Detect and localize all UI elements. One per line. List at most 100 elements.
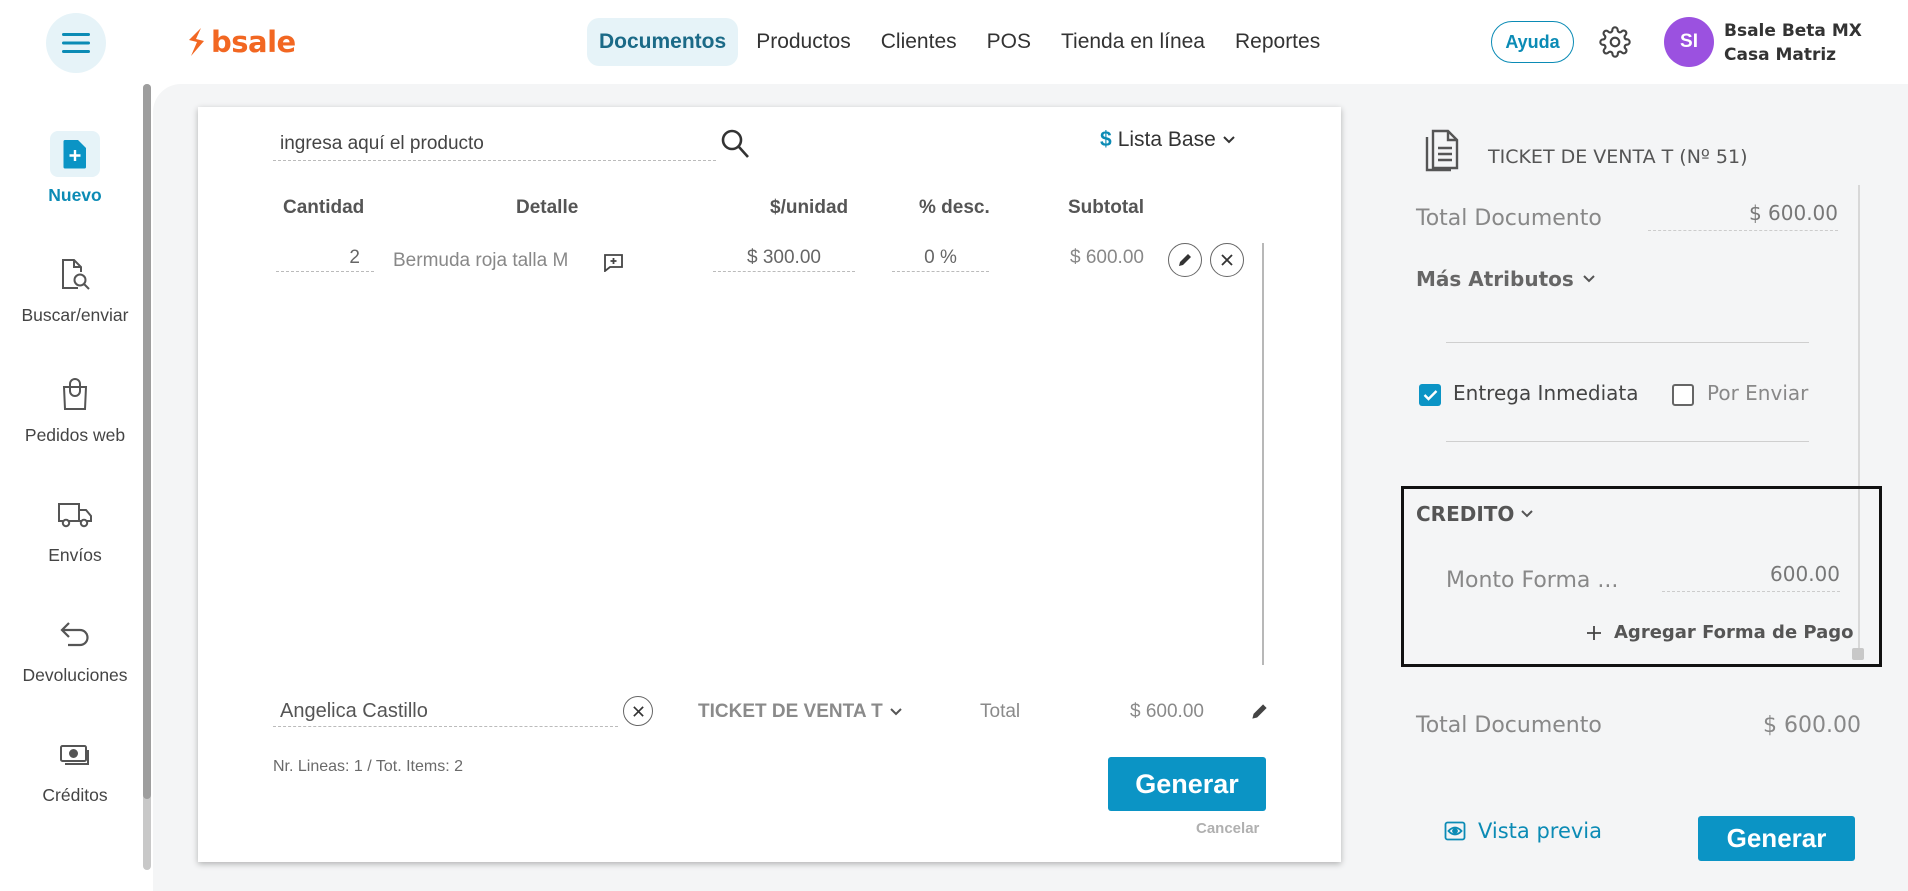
ticket-title: TICKET DE VENTA T (Nº 51) — [1488, 146, 1748, 168]
settings-button[interactable] — [1599, 26, 1631, 58]
cancel-link[interactable]: Cancelar — [1196, 820, 1259, 837]
to-ship-checkbox[interactable] — [1672, 384, 1694, 406]
client-field[interactable]: Angelica Castillo — [273, 697, 618, 727]
lines-info: Nr. Lineas: 1 / Tot. Items: 2 — [273, 758, 464, 775]
document-type-label: TICKET DE VENTA T — [698, 701, 883, 722]
total-document-label: Total Documento — [1416, 206, 1602, 231]
price-list-selector[interactable]: $ Lista Base — [1100, 128, 1236, 152]
chevron-down-icon — [890, 708, 902, 716]
pencil-icon — [1252, 704, 1267, 719]
main-nav: Documentos Productos Clientes POS Tienda… — [587, 18, 1338, 66]
line-subtotal: $ 600.00 — [1070, 247, 1144, 268]
credit-cash-icon — [60, 745, 89, 765]
close-icon — [632, 705, 644, 717]
preview-link[interactable]: Vista previa — [1444, 819, 1602, 843]
column-header-discount: % desc. — [919, 197, 990, 218]
sidebar-item-devoluciones[interactable]: Devoluciones — [0, 611, 150, 686]
divider — [1446, 441, 1809, 442]
sidebar-label-buscar-enviar: Buscar/enviar — [21, 305, 129, 325]
add-comment-icon — [604, 254, 623, 272]
pencil-icon — [1179, 254, 1191, 266]
generate-button[interactable]: Generar — [1108, 757, 1266, 811]
line-detail: Bermuda roja talla M — [393, 250, 569, 271]
sidebar-item-pedidos-web[interactable]: Pedidos web — [0, 371, 150, 446]
divider — [1446, 342, 1809, 343]
sidebar-label-envios: Envíos — [48, 545, 102, 565]
checkmark-icon — [1423, 390, 1437, 401]
sidebar-item-buscar-enviar[interactable]: Buscar/enviar — [0, 251, 150, 326]
column-header-subtotal: Subtotal — [1068, 197, 1144, 218]
add-payment-method-label: Agregar Forma de Pago — [1614, 622, 1854, 643]
remove-line-button[interactable] — [1210, 243, 1244, 277]
line-discount-field[interactable]: 0 % — [892, 244, 989, 272]
immediate-delivery-checkbox[interactable] — [1419, 384, 1441, 406]
edit-line-button[interactable] — [1168, 243, 1202, 277]
sidebar-label-nuevo: Nuevo — [48, 185, 102, 205]
product-search-button[interactable] — [720, 128, 750, 160]
document-type-selector[interactable]: TICKET DE VENTA T — [698, 701, 903, 723]
total-value: $ 600.00 — [1130, 701, 1204, 722]
bsale-logo[interactable]: bsale — [185, 24, 296, 60]
generate-button-secondary[interactable]: Generar — [1698, 816, 1855, 861]
company-name: Bsale Beta MX — [1724, 21, 1862, 41]
chevron-down-icon — [1521, 510, 1534, 518]
nav-reportes[interactable]: Reportes — [1223, 18, 1332, 66]
nav-pos[interactable]: POS — [975, 18, 1043, 66]
sidebar-item-nuevo[interactable]: Nuevo — [0, 131, 150, 206]
close-icon — [1221, 254, 1233, 266]
gear-icon — [1599, 26, 1631, 58]
column-header-qty: Cantidad — [283, 197, 365, 218]
line-unit-price-field[interactable]: $ 300.00 — [713, 244, 855, 272]
truck-icon — [58, 503, 92, 528]
logo-text: bsale — [211, 25, 296, 59]
total-document-value-bottom: $ 600.00 — [1763, 713, 1861, 738]
company-info[interactable]: Bsale Beta MX Casa Matriz — [1724, 19, 1862, 67]
shopping-bag-icon — [62, 378, 88, 410]
edit-total-button[interactable] — [1250, 702, 1269, 721]
bsale-logo-mark-icon — [189, 28, 204, 56]
document-icon-svg — [1425, 129, 1459, 172]
nav-tienda-en-linea[interactable]: Tienda en línea — [1049, 18, 1217, 66]
more-attributes-toggle[interactable]: Más Atributos — [1416, 267, 1596, 291]
sidebar-item-creditos[interactable]: Créditos — [0, 731, 150, 806]
lines-scrollbar[interactable] — [1262, 243, 1264, 665]
sidebar-item-envios[interactable]: Envíos — [0, 491, 150, 566]
scrollbar-handle[interactable] — [1852, 648, 1864, 660]
plus-icon — [1587, 625, 1601, 640]
eye-preview-icon — [1444, 821, 1466, 841]
total-label: Total — [980, 701, 1021, 722]
document-editor-card — [198, 107, 1341, 862]
new-document-icon — [63, 140, 86, 169]
return-arrow-icon — [60, 622, 89, 647]
immediate-delivery-label: Entrega Inmediata — [1453, 381, 1639, 405]
payment-method-selector[interactable]: CREDITO — [1416, 502, 1534, 526]
sidebar-label-devoluciones: Devoluciones — [22, 665, 128, 685]
nav-productos[interactable]: Productos — [744, 18, 863, 66]
sidebar-scrollbar-thumb[interactable] — [143, 84, 151, 799]
hamburger-icon — [62, 33, 90, 53]
add-payment-method-button[interactable]: Agregar Forma de Pago — [1586, 622, 1854, 643]
total-document-value: $ 600.00 — [1648, 201, 1838, 231]
payment-method-label: CREDITO — [1416, 502, 1515, 526]
total-document-label-bottom: Total Documento — [1416, 713, 1602, 738]
chevron-down-icon — [1583, 275, 1595, 283]
line-qty-field[interactable]: 2 — [276, 244, 374, 272]
column-header-detail: Detalle — [516, 197, 579, 218]
avatar[interactable]: SI — [1664, 17, 1714, 67]
search-icon — [721, 129, 749, 158]
nav-documentos[interactable]: Documentos — [587, 18, 739, 66]
more-attributes-label: Más Atributos — [1416, 267, 1574, 291]
to-ship-label: Por Enviar — [1707, 381, 1809, 405]
menu-button[interactable] — [46, 13, 106, 73]
add-line-note-button[interactable] — [603, 253, 624, 272]
product-search-input[interactable] — [273, 128, 716, 161]
document-icon — [1422, 126, 1462, 172]
chevron-down-icon — [1223, 136, 1235, 144]
payment-amount-field[interactable]: 600.00 — [1662, 562, 1840, 592]
price-list-symbol: $ — [1100, 128, 1112, 151]
price-list-label: Lista Base — [1117, 128, 1216, 151]
clear-client-button[interactable] — [623, 696, 653, 726]
payment-amount-label: Monto Forma ... — [1446, 568, 1619, 593]
help-button[interactable]: Ayuda — [1491, 21, 1574, 63]
nav-clientes[interactable]: Clientes — [869, 18, 969, 66]
